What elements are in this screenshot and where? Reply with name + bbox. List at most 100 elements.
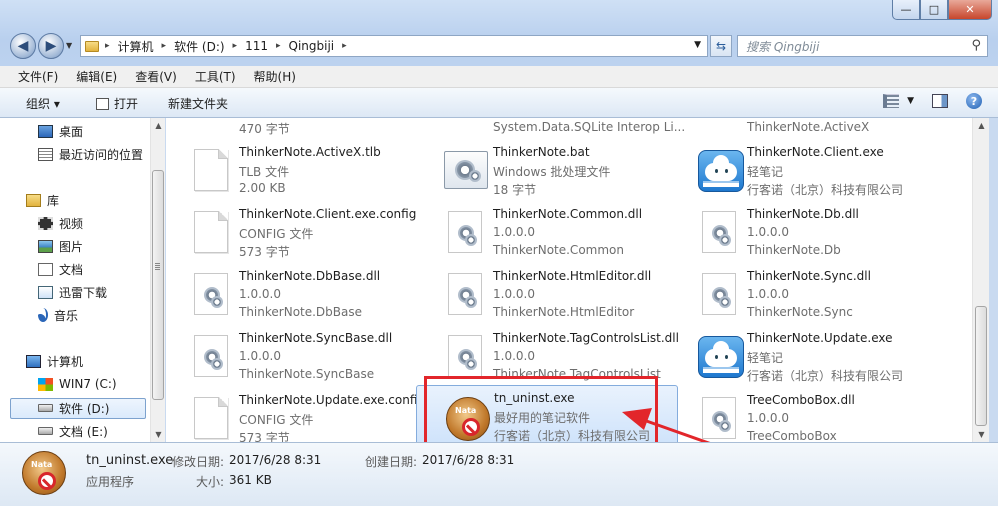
breadcrumb-separator[interactable]: ▸ xyxy=(105,41,110,51)
menu-bar: 文件(F) 编辑(E) 查看(V) 工具(T) 帮助(H) xyxy=(0,66,998,88)
file-tile-partial[interactable]: System.Data.SQLite Interop Li... xyxy=(420,118,685,134)
menu-file[interactable]: 文件(F) xyxy=(18,68,58,85)
file-detail: 1.0.0.0 xyxy=(747,287,789,301)
menu-edit[interactable]: 编辑(E) xyxy=(76,68,117,85)
file-tile[interactable]: ThinkerNote.Client.exe 轻笔记 行客诺（北京）科技有限公司 xyxy=(674,140,924,198)
search-input[interactable]: 搜索 Qingbiji ⚲ xyxy=(737,35,988,57)
dll-gear-icon xyxy=(190,271,238,317)
organize-button[interactable]: 组织 ▾ xyxy=(26,95,60,112)
sidebar-item-computer[interactable]: 计算机 xyxy=(26,352,83,370)
file-name: ThinkerNote.Db.dll xyxy=(747,207,859,221)
search-icon[interactable]: ⚲ xyxy=(971,38,981,53)
file-tile[interactable]: ThinkerNote.Db.dll 1.0.0.0 ThinkerNote.Db xyxy=(674,202,924,260)
new-folder-label: 新建文件夹 xyxy=(168,97,229,111)
file-detail: ThinkerNote.HtmlEditor xyxy=(493,305,635,319)
file-name: ThinkerNote.Client.exe xyxy=(747,145,884,159)
sidebar-item-label: 图片 xyxy=(59,239,84,254)
file-detail: 2.00 KB xyxy=(239,181,286,195)
breadcrumb-separator[interactable]: ▸ xyxy=(233,41,238,51)
file-name: ThinkerNote.Update.exe xyxy=(747,331,893,345)
sidebar-item-documents[interactable]: 文档 xyxy=(38,260,83,278)
address-dropdown-icon[interactable]: ▼ xyxy=(694,40,701,50)
file-tile[interactable]: ThinkerNote.Update.exe.config CONFIG 文件 57… xyxy=(166,388,425,442)
file-tile[interactable]: ThinkerNote.bat Windows 批处理文件 18 字节 xyxy=(420,140,670,198)
sidebar-item-downloads[interactable]: 迅雷下载 xyxy=(38,283,107,301)
menu-tools[interactable]: 工具(T) xyxy=(195,68,236,85)
created-date-value: 2017/6/28 8:31 xyxy=(422,453,515,467)
file-name: ThinkerNote.HtmlEditor.dll xyxy=(493,269,652,283)
new-folder-button[interactable]: 新建文件夹 xyxy=(168,95,228,112)
breadcrumb-separator[interactable]: ▸ xyxy=(342,41,347,51)
document-icon xyxy=(38,262,53,276)
file-list-scrollbar[interactable]: ▲ ▼ xyxy=(972,118,989,442)
breadcrumb-qingbiji[interactable]: Qingbiji xyxy=(289,39,335,53)
forward-button[interactable]: ▶ xyxy=(38,33,64,59)
sidebar-item-label: 桌面 xyxy=(59,124,84,139)
scroll-up-icon[interactable]: ▲ xyxy=(153,121,164,130)
sidebar-item-drive-c[interactable]: WIN7 (C:) xyxy=(38,375,117,393)
file-tile[interactable]: ThinkerNote.Sync.dll 1.0.0.0 ThinkerNote.S… xyxy=(674,264,924,322)
preview-pane-icon[interactable] xyxy=(932,94,948,108)
sidebar-item-pictures[interactable]: 图片 xyxy=(38,237,83,255)
refresh-button[interactable]: ⇆ xyxy=(710,35,732,57)
window-titlebar: — □ ✕ ◀ ▶ ▼ ▸ 计算机 ▸ 软件 (D:) ▸ 111 ▸ Qing… xyxy=(0,0,998,66)
address-bar[interactable]: ▸ 计算机 ▸ 软件 (D:) ▸ 111 ▸ Qingbiji ▸ ▼ xyxy=(80,35,708,57)
modified-date-label: 修改日期: xyxy=(172,455,225,469)
search-placeholder: 搜索 Qingbiji xyxy=(746,39,820,54)
size-label: 大小: xyxy=(196,475,225,489)
refresh-icon: ⇆ xyxy=(715,39,727,53)
close-button[interactable]: ✕ xyxy=(948,0,992,20)
sidebar-item-videos[interactable]: 视频 xyxy=(38,214,83,232)
file-tile[interactable]: ThinkerNote.Client.exe.config CONFIG 文件 57… xyxy=(166,202,416,260)
file-detail: 1.0.0.0 xyxy=(493,287,535,301)
breadcrumb-computer[interactable]: 计算机 xyxy=(118,38,154,55)
document-icon xyxy=(190,395,238,441)
document-icon xyxy=(190,147,238,193)
file-tile-partial[interactable]: 470 字节 xyxy=(166,118,416,136)
sidebar-item-drive-d[interactable]: 软件 (D:) xyxy=(38,399,109,417)
maximize-button[interactable]: □ xyxy=(920,0,948,20)
breadcrumb-separator[interactable]: ▸ xyxy=(162,41,167,51)
minimize-button[interactable]: — xyxy=(892,0,920,20)
file-tile[interactable]: ThinkerNote.DbBase.dll 1.0.0.0 ThinkerNote… xyxy=(166,264,416,322)
file-tile-partial[interactable]: ThinkerNote.ActiveX xyxy=(674,118,924,134)
scroll-down-icon[interactable]: ▼ xyxy=(976,430,987,439)
drive-icon xyxy=(38,404,53,412)
selected-file-name: tn_uninst.exe xyxy=(86,453,174,468)
window-frame-edge xyxy=(989,118,998,442)
scroll-down-icon[interactable]: ▼ xyxy=(153,430,164,439)
sidebar-item-recent[interactable]: 最近访问的位置 xyxy=(38,145,143,163)
file-detail: 轻笔记 xyxy=(747,351,784,365)
file-tile[interactable]: ThinkerNote.SyncBase.dll 1.0.0.0 ThinkerNo… xyxy=(166,326,416,384)
file-detail: 470 字节 xyxy=(239,122,290,136)
file-detail: ThinkerNote.ActiveX xyxy=(747,120,870,134)
sidebar-item-drive-e[interactable]: 文档 (E:) xyxy=(38,422,108,440)
menu-view[interactable]: 查看(V) xyxy=(135,68,177,85)
breadcrumb-111[interactable]: 111 xyxy=(245,39,268,53)
scrollbar-thumb[interactable] xyxy=(975,306,987,426)
scrollbar-thumb[interactable] xyxy=(152,170,164,400)
modified-date-value: 2017/6/28 8:31 xyxy=(229,453,322,467)
scroll-up-icon[interactable]: ▲ xyxy=(976,121,987,130)
breadcrumb-drive-d[interactable]: 软件 (D:) xyxy=(174,38,224,55)
file-tile[interactable]: ThinkerNote.Update.exe 轻笔记 行客诺（北京）科技有限公司 xyxy=(674,326,924,384)
sidebar-item-desktop[interactable]: 桌面 xyxy=(38,122,83,140)
file-tile[interactable]: ThinkerNote.HtmlEditor.dll 1.0.0.0 Thinker… xyxy=(420,264,670,322)
breadcrumb-separator[interactable]: ▸ xyxy=(276,41,281,51)
sidebar-item-libraries[interactable]: 库 xyxy=(26,191,59,209)
file-tile[interactable]: ThinkerNote.ActiveX.tlb TLB 文件 2.00 KB xyxy=(166,140,416,198)
file-detail: 18 字节 xyxy=(493,183,537,197)
menu-help[interactable]: 帮助(H) xyxy=(254,68,296,85)
sidebar-item-music[interactable]: 音乐 xyxy=(38,306,78,324)
recent-pages-dropdown[interactable]: ▼ xyxy=(66,41,72,50)
change-view-button[interactable]: ▼ xyxy=(883,94,914,108)
back-button[interactable]: ◀ xyxy=(10,33,36,59)
windows-drive-icon xyxy=(38,377,53,391)
help-icon[interactable]: ? xyxy=(966,93,982,109)
navigation-scrollbar[interactable]: ▲ ▼ xyxy=(150,118,165,442)
music-icon xyxy=(38,308,48,322)
recent-places-icon xyxy=(38,147,53,161)
open-button[interactable]: 打开 xyxy=(96,95,138,112)
view-dropdown-icon[interactable]: ▼ xyxy=(907,96,914,106)
file-tile[interactable]: ThinkerNote.Common.dll 1.0.0.0 ThinkerNote… xyxy=(420,202,670,260)
